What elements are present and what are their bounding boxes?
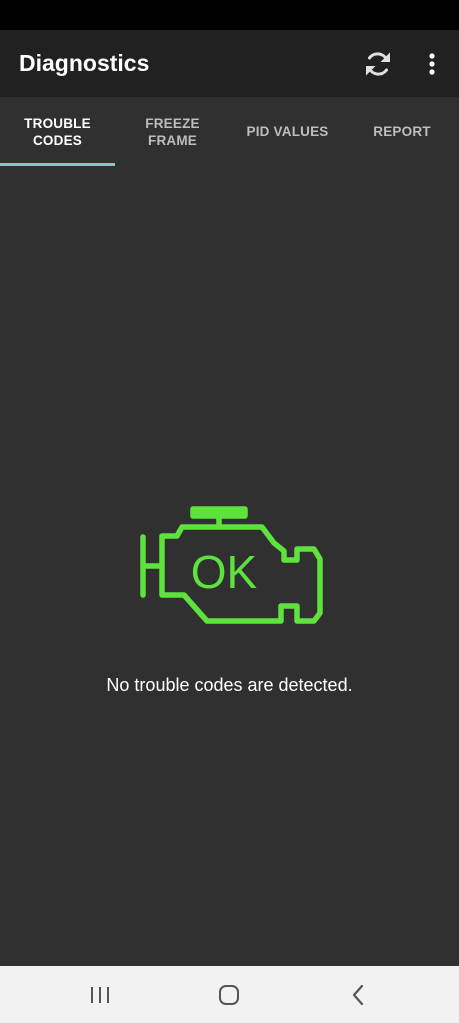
back-icon: [352, 984, 364, 1006]
refresh-button[interactable]: [358, 44, 398, 84]
tab-report[interactable]: REPORT: [345, 97, 459, 166]
app-title: Diagnostics: [19, 50, 150, 76]
tab-freeze-frame[interactable]: FREEZE FRAME: [115, 97, 230, 166]
recent-apps-button[interactable]: [70, 974, 130, 1016]
more-options-button[interactable]: [416, 44, 448, 84]
check-engine-ok-icon: OK: [140, 506, 323, 624]
home-button[interactable]: [199, 974, 259, 1016]
back-button[interactable]: [328, 974, 388, 1016]
status-bar: [0, 0, 459, 30]
home-icon: [219, 985, 239, 1005]
refresh-icon: [366, 52, 390, 76]
tab-trouble-codes[interactable]: TROUBLE CODES: [0, 97, 115, 166]
tab-pid-values[interactable]: PID VALUES: [230, 97, 345, 166]
app-bar: Diagnostics: [0, 30, 459, 97]
status-message: No trouble codes are detected.: [106, 675, 353, 695]
system-nav-bar: [0, 966, 459, 1023]
recent-apps-icon: [91, 987, 109, 1003]
tab-bar: TROUBLE CODES FREEZE FRAME PID VALUES RE…: [0, 97, 459, 166]
engine-ok-text: OK: [191, 546, 258, 598]
tab-indicator: [0, 163, 115, 166]
more-vert-icon: [429, 53, 435, 75]
